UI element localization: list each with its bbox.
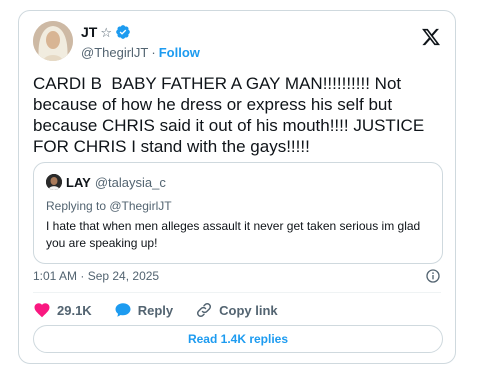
author-avatar[interactable] — [33, 21, 73, 61]
quote-author-name: LAY — [66, 174, 91, 190]
link-icon — [197, 302, 212, 318]
heart-icon — [34, 303, 50, 318]
reply-button[interactable]: Reply — [114, 301, 173, 319]
read-replies-button[interactable]: Read 1.4K replies — [33, 325, 443, 353]
quote-author-avatar — [46, 174, 62, 190]
replying-to: Replying to @ThegirlJT — [46, 199, 172, 213]
tweet-text: CARDI B BABY FATHER A GAY MAN!!!!!!!!!! … — [33, 74, 429, 156]
info-icon[interactable] — [425, 268, 441, 284]
verified-badge-icon — [116, 25, 130, 39]
tweet-actions: 29.1K Reply Copy link — [33, 299, 300, 321]
x-logo-icon[interactable] — [421, 27, 441, 47]
quote-author-handle: @talaysia_c — [94, 174, 166, 190]
quote-text: I hate that when men alleges assault it … — [46, 219, 421, 250]
follow-button[interactable]: Follow — [159, 45, 200, 60]
author-info: JT ☆ @ThegirlJT · Follow — [81, 23, 200, 61]
quoted-tweet[interactable]: LAY @talaysia_c Replying to @ThegirlJT I… — [33, 162, 443, 264]
copy-link-label: Copy link — [219, 302, 278, 318]
like-button[interactable]: 29.1K — [33, 301, 92, 319]
embedded-tweet-card[interactable]: JT ☆ @ThegirlJT · Follow CARDI B BABY FA… — [18, 10, 456, 364]
timestamp-link[interactable]: 1:01 AM · Sep 24, 2025 — [33, 269, 159, 283]
reply-label: Reply — [137, 302, 174, 318]
author-handle[interactable]: @ThegirlJT — [81, 45, 148, 60]
like-count: 29.1K — [57, 302, 92, 318]
separator-dot: · — [151, 44, 156, 60]
tweet-meta: 1:01 AM · Sep 24, 2025 — [33, 266, 441, 286]
reply-bubble-icon — [115, 303, 131, 317]
divider — [33, 292, 441, 293]
author-display-name[interactable]: JT — [81, 24, 97, 40]
copy-link-button[interactable]: Copy link — [195, 301, 278, 319]
star-icon: ☆ — [100, 24, 112, 40]
tweet-header: JT ☆ @ThegirlJT · Follow — [33, 21, 441, 65]
